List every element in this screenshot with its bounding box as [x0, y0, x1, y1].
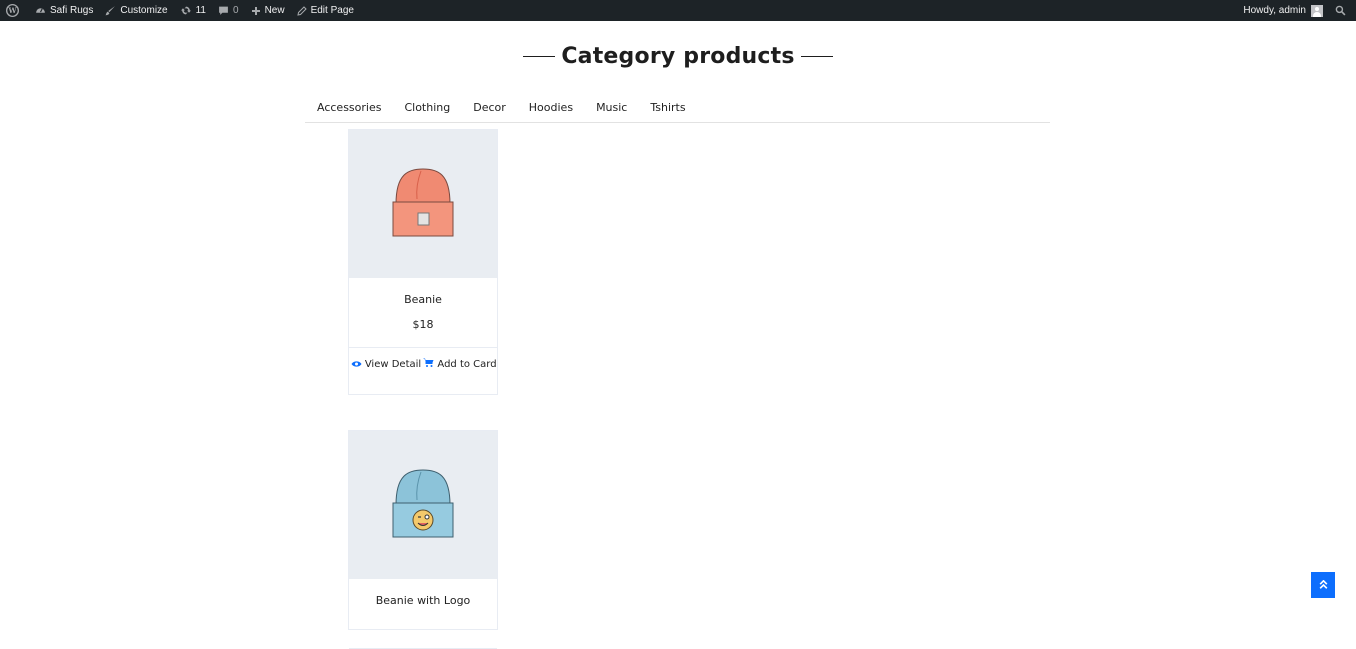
new-content-link[interactable]: New: [245, 0, 291, 21]
tab-decor[interactable]: Decor: [473, 96, 506, 122]
product-info: Beanie $18: [349, 278, 497, 348]
category-tabs: Accessories Clothing Decor Hoodies Music…: [305, 96, 1050, 123]
wordpress-logo-button[interactable]: W: [0, 0, 29, 21]
updates-link[interactable]: 11: [174, 0, 212, 21]
tab-clothing[interactable]: Clothing: [404, 96, 450, 122]
title-line-left: [523, 55, 556, 58]
updates-icon: [180, 6, 191, 15]
add-to-cart-label: Add to Card: [437, 359, 497, 370]
my-account-link[interactable]: Howdy, admin: [1237, 0, 1329, 21]
comment-icon: [219, 6, 228, 15]
page-title: Category products: [561, 44, 795, 69]
edit-page-link[interactable]: Edit Page: [291, 0, 360, 21]
search-button[interactable]: [1329, 0, 1356, 21]
beanie-image: [392, 168, 454, 237]
site-name: Safi Rugs: [50, 5, 94, 16]
product-info: Beanie with Logo: [349, 579, 497, 649]
product-price: $18: [412, 318, 434, 331]
product-name[interactable]: Beanie: [349, 293, 497, 306]
view-detail-button[interactable]: View Detail: [349, 357, 423, 394]
product-image[interactable]: [349, 431, 497, 579]
eye-icon: [351, 361, 362, 367]
beanie-with-logo-image: [392, 469, 454, 538]
scroll-to-top-button[interactable]: [1311, 572, 1335, 598]
admin-bar: W Safi Rugs Customize 11 0 New Edit Page…: [0, 0, 1356, 21]
product-image[interactable]: [349, 130, 497, 278]
view-detail-label: View Detail: [364, 359, 422, 370]
edit-page-label: Edit Page: [310, 5, 354, 16]
dashboard-icon: [36, 8, 45, 13]
product-actions: View Detail Add to Card: [349, 348, 497, 394]
title-line-right: [800, 55, 833, 58]
tab-accessories[interactable]: Accessories: [317, 96, 381, 122]
new-label: New: [264, 5, 285, 16]
tab-hoodies[interactable]: Hoodies: [529, 96, 573, 122]
greeting: Howdy, admin: [1243, 5, 1306, 16]
avatar: [1311, 4, 1323, 17]
tab-music[interactable]: Music: [596, 96, 627, 122]
comments-link[interactable]: 0: [212, 0, 245, 21]
add-to-cart-button[interactable]: Add to Card: [423, 357, 497, 394]
customize-label: Customize: [120, 5, 168, 16]
updates-count: 11: [195, 5, 206, 16]
pencil-icon: [296, 5, 307, 16]
section-header: Category products: [0, 44, 1356, 69]
tab-tshirts[interactable]: Tshirts: [650, 96, 685, 122]
product-card: Beanie with Logo: [348, 430, 498, 649]
wordpress-icon: W: [6, 4, 19, 17]
customize-link[interactable]: Customize: [99, 0, 173, 21]
product-name[interactable]: Beanie with Logo: [349, 594, 497, 607]
plus-icon: [251, 6, 260, 15]
cart-icon: [423, 358, 434, 367]
product-card: Beanie $18 View Detail Add to Card: [348, 129, 498, 395]
svg-text:W: W: [7, 6, 17, 15]
double-chevron-up-icon: [1319, 580, 1327, 589]
search-icon: [1335, 5, 1346, 16]
brush-icon: [105, 6, 116, 16]
comments-count: 0: [233, 5, 239, 16]
site-name-link[interactable]: Safi Rugs: [29, 0, 99, 21]
